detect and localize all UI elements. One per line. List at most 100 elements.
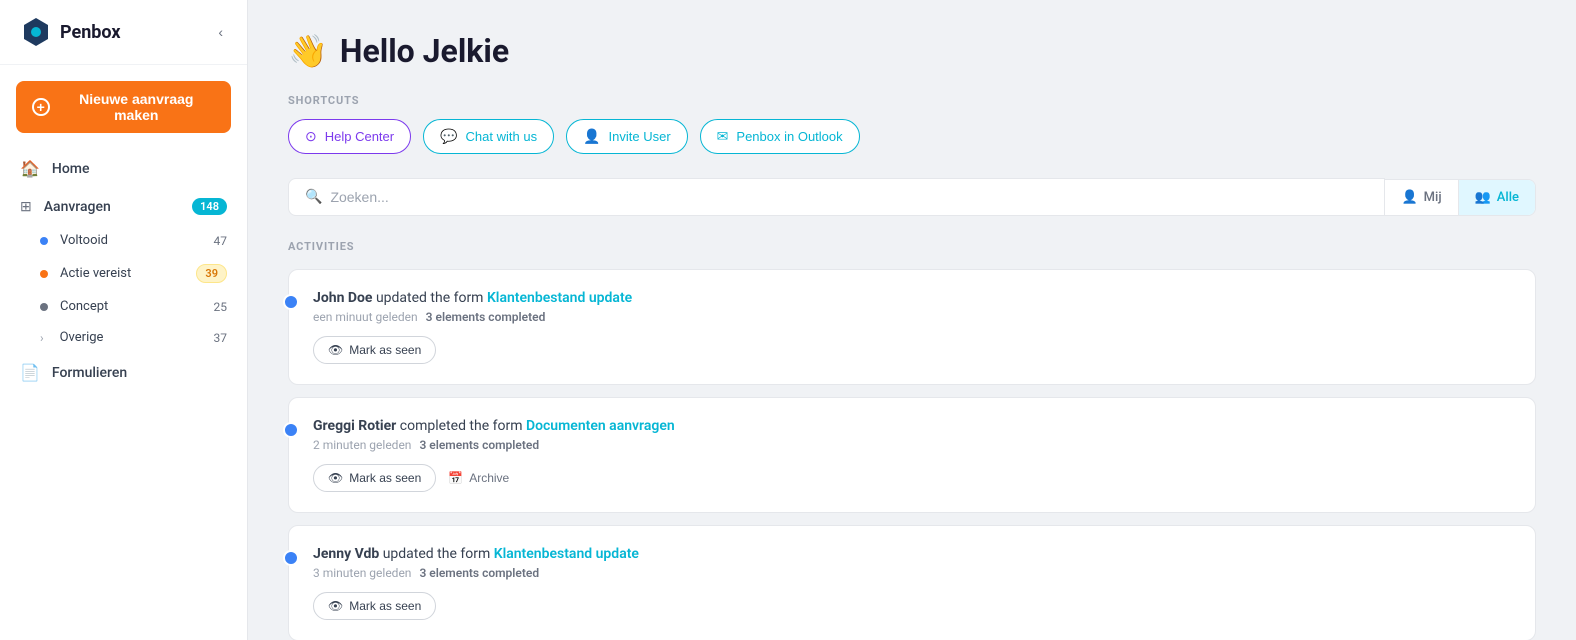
search-input[interactable]: [330, 189, 1368, 205]
archive-label: Archive: [469, 471, 509, 485]
sidebar-item-aanvragen-label: Aanvragen: [44, 199, 111, 215]
actie-count: 39: [196, 264, 227, 283]
activity-2-action: completed the form: [400, 418, 526, 434]
activity-3-time: 3 minuten geleden: [313, 566, 411, 580]
mark-as-seen-button-2[interactable]: 👁 Mark as seen: [313, 464, 436, 492]
activity-card-1: John Doe updated the form Klantenbestand…: [288, 269, 1536, 385]
search-icon: 🔍: [305, 189, 322, 205]
overige-count: 37: [214, 331, 228, 345]
app-name: Penbox: [60, 22, 121, 43]
activity-3-actions: 👁 Mark as seen: [313, 592, 1511, 620]
activity-3-meta: 3 minuten geleden 3 elements completed: [313, 566, 1511, 580]
collapse-button[interactable]: ‹: [214, 20, 227, 44]
filter-tab-alle[interactable]: 👥 Alle: [1458, 180, 1535, 215]
actie-label: Actie vereist: [60, 266, 131, 281]
sidebar-item-actie-vereist[interactable]: Actie vereist 39: [20, 256, 247, 291]
mark-as-seen-label-2: Mark as seen: [349, 471, 421, 485]
activities-label: ACTIVITIES: [288, 240, 1536, 253]
people-icon: 👥: [1475, 190, 1491, 205]
actie-dot: [40, 270, 48, 278]
formulieren-icon: 📄: [20, 363, 40, 382]
main-content: 👋 Hello Jelkie SHORTCUTS ⊙ Help Center 💬…: [248, 0, 1576, 640]
activity-3-header: Jenny Vdb updated the form Klantenbestan…: [313, 546, 1511, 562]
voltooid-dot: [40, 237, 48, 245]
layers-icon: ⊞: [20, 199, 32, 215]
voltooid-count: 47: [214, 234, 228, 248]
penbox-outlook-button[interactable]: ✉ Penbox in Outlook: [700, 119, 860, 154]
invite-user-button[interactable]: 👤 Invite User: [566, 119, 688, 154]
activity-2-elements: 3 elements completed: [419, 438, 539, 452]
activity-2-time: 2 minuten geleden: [313, 438, 411, 452]
new-request-button[interactable]: + Nieuwe aanvraag maken: [16, 81, 231, 133]
nav-section: 🏠 Home ⊞ Aanvragen 148 Voltooid 47 Actie…: [0, 141, 247, 640]
archive-icon: 📅: [448, 471, 463, 485]
mark-as-seen-button-3[interactable]: 👁 Mark as seen: [313, 592, 436, 620]
penbox-outlook-label: Penbox in Outlook: [736, 129, 842, 144]
formulieren-label: Formulieren: [52, 365, 127, 381]
activity-card-2: Greggi Rotier completed the form Documen…: [288, 397, 1536, 513]
activity-1-elements: 3 elements completed: [426, 310, 546, 324]
wave-emoji: 👋: [288, 32, 328, 70]
activity-3-elements: 3 elements completed: [419, 566, 539, 580]
activity-1-header: John Doe updated the form Klantenbestand…: [313, 290, 1511, 306]
activity-card-3: Jenny Vdb updated the form Klantenbestan…: [288, 525, 1536, 640]
hello-title: Hello Jelkie: [340, 32, 509, 70]
voltooid-label: Voltooid: [60, 233, 108, 248]
concept-label: Concept: [60, 299, 108, 314]
sidebar-item-voltooid[interactable]: Voltooid 47: [20, 225, 247, 256]
search-box: 🔍: [288, 178, 1385, 216]
plus-icon: +: [32, 98, 50, 116]
sidebar-item-formulieren[interactable]: 📄 Formulieren: [0, 353, 247, 392]
new-request-label: Nieuwe aanvraag maken: [58, 91, 215, 123]
mail-icon: ✉: [717, 128, 729, 145]
activity-2-header: Greggi Rotier completed the form Documen…: [313, 418, 1511, 434]
archive-button-2[interactable]: 📅 Archive: [448, 471, 509, 485]
overige-chevron: ›: [40, 331, 44, 345]
shortcuts-label: SHORTCUTS: [288, 94, 1536, 107]
help-center-label: Help Center: [325, 129, 394, 144]
activity-3-name: Jenny Vdb: [313, 546, 379, 562]
activity-2-form-link[interactable]: Documenten aanvragen: [526, 418, 675, 434]
activity-1-meta: een minuut geleden 3 elements completed: [313, 310, 1511, 324]
eye-icon-1: 👁: [328, 343, 343, 357]
sidebar-item-concept[interactable]: Concept 25: [20, 291, 247, 322]
invite-user-label: Invite User: [609, 129, 671, 144]
eye-icon-3: 👁: [328, 599, 343, 613]
activity-2-name: Greggi Rotier: [313, 418, 396, 434]
chat-with-us-label: Chat with us: [466, 129, 538, 144]
shortcuts-row: ⊙ Help Center 💬 Chat with us 👤 Invite Us…: [288, 119, 1536, 154]
sidebar-item-home[interactable]: 🏠 Home: [0, 149, 247, 188]
page-title: 👋 Hello Jelkie: [288, 32, 1536, 70]
sidebar-header: Penbox ‹: [0, 0, 247, 65]
sub-nav: Voltooid 47 Actie vereist 39 Concept 25 …: [0, 225, 247, 353]
person-icon: 👤: [1401, 190, 1417, 205]
activity-1-actions: 👁 Mark as seen: [313, 336, 1511, 364]
sidebar-item-overige[interactable]: › Overige 37: [20, 322, 247, 353]
logo-icon: [20, 16, 52, 48]
activity-1-time: een minuut geleden: [313, 310, 418, 324]
activity-1-action: updated the form: [376, 290, 487, 306]
aanvragen-badge: 148: [192, 198, 227, 215]
sidebar-item-aanvragen[interactable]: ⊞ Aanvragen 148: [0, 188, 247, 225]
sidebar-item-home-label: Home: [52, 161, 90, 177]
activity-3-action: updated the form: [383, 546, 494, 562]
activity-1-form-link[interactable]: Klantenbestand update: [487, 290, 632, 306]
activity-2-meta: 2 minuten geleden 3 elements completed: [313, 438, 1511, 452]
activity-3-form-link[interactable]: Klantenbestand update: [494, 546, 639, 562]
search-filter-row: 🔍 👤 Mij 👥 Alle: [288, 178, 1536, 216]
concept-dot: [40, 303, 48, 311]
logo: Penbox: [20, 16, 121, 48]
concept-count: 25: [214, 300, 228, 314]
filter-tabs: 👤 Mij 👥 Alle: [1385, 179, 1536, 216]
mark-as-seen-label-3: Mark as seen: [349, 599, 421, 613]
overige-label: Overige: [60, 330, 104, 345]
mark-as-seen-button-1[interactable]: 👁 Mark as seen: [313, 336, 436, 364]
help-center-button[interactable]: ⊙ Help Center: [288, 119, 411, 154]
chat-with-us-button[interactable]: 💬 Chat with us: [423, 119, 554, 154]
activity-1-name: John Doe: [313, 290, 372, 306]
filter-tab-mij[interactable]: 👤 Mij: [1385, 180, 1457, 215]
activity-2-actions: 👁 Mark as seen 📅 Archive: [313, 464, 1511, 492]
home-icon: 🏠: [20, 159, 40, 178]
help-icon: ⊙: [305, 128, 317, 145]
mark-as-seen-label-1: Mark as seen: [349, 343, 421, 357]
